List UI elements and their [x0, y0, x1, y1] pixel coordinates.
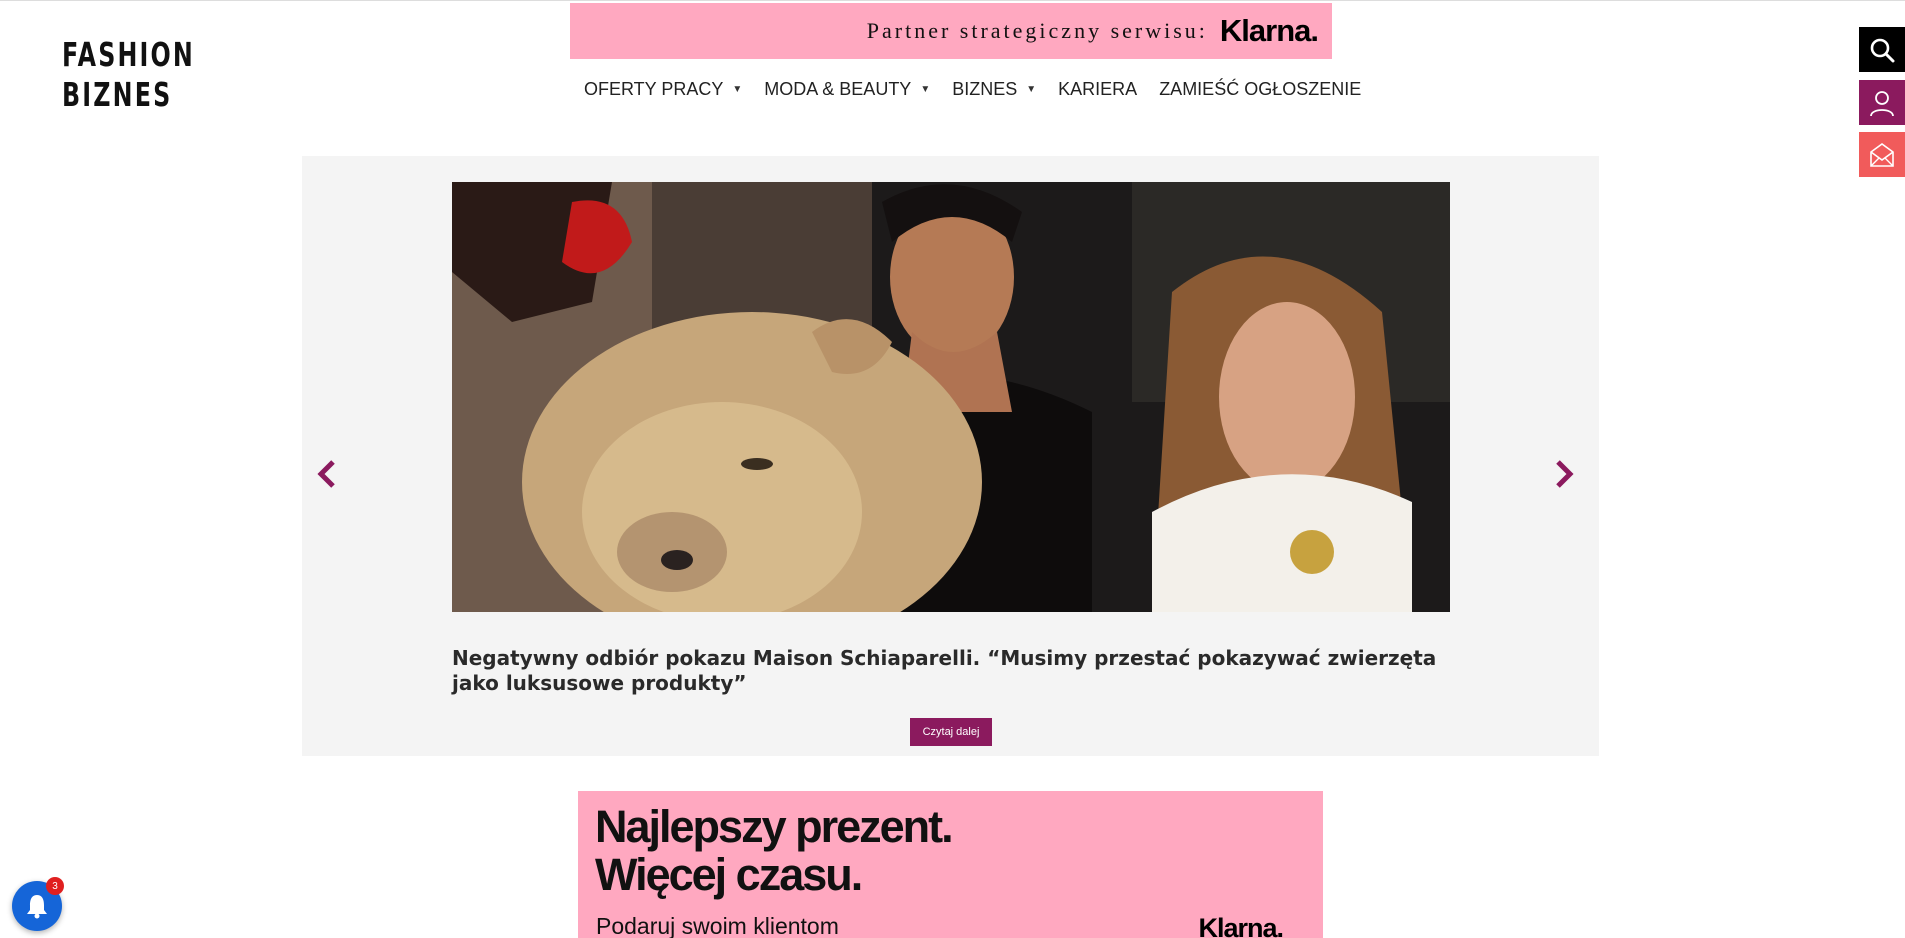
- logo-line-1: FASHION: [62, 35, 195, 74]
- nav-label: BIZNES: [952, 79, 1018, 99]
- ad-headline-line-2: Więcej czasu.: [595, 849, 863, 900]
- nav-label: ZAMIEŚĆ OGŁOSZENIE: [1159, 79, 1362, 99]
- caret-down-icon: ▼: [732, 84, 743, 95]
- partner-text: Partner strategiczny serwisu:: [866, 18, 1208, 43]
- nav-item-moda-beauty[interactable]: MODA & BEAUTY ▼: [764, 79, 930, 100]
- read-more-button[interactable]: Czytaj dalej: [910, 718, 992, 746]
- search-button[interactable]: [1859, 27, 1905, 72]
- logo-line-2: BIZNES: [62, 75, 173, 114]
- caret-down-icon: ▼: [1026, 84, 1037, 95]
- ad-subtext: Podaruj swoim klientom: [596, 913, 839, 938]
- nav-label: OFERTY PRACY: [584, 79, 724, 99]
- slide-image[interactable]: [452, 182, 1450, 612]
- site-logo[interactable]: FASHION BIZNES: [62, 35, 195, 115]
- search-icon: [1870, 38, 1895, 62]
- chevron-left-icon: [317, 460, 335, 488]
- klarna-ad-banner[interactable]: Najlepszy prezent. Więcej czasu. Podaruj…: [578, 791, 1323, 938]
- slider-next-button[interactable]: [1549, 454, 1579, 494]
- mail-icon: [1870, 142, 1894, 167]
- featured-slider: Negatywny odbiór pokazu Maison Schiapare…: [302, 156, 1599, 756]
- ad-headline: Najlepszy prezent. Więcej czasu.: [595, 801, 954, 900]
- ad-headline-line-1: Najlepszy prezent.: [595, 801, 954, 852]
- klarna-logo: Klarna.: [1219, 13, 1319, 48]
- chevron-right-icon: [1556, 460, 1574, 488]
- nav-item-zamiesc-ogloszenie[interactable]: ZAMIEŚĆ OGŁOSZENIE: [1159, 79, 1361, 100]
- slide-photo: [452, 182, 1450, 612]
- newsletter-button[interactable]: [1859, 132, 1905, 177]
- ad-klarna-logo: Klarna.: [1198, 913, 1284, 938]
- account-button[interactable]: [1859, 80, 1905, 125]
- slide-title[interactable]: Negatywny odbiór pokazu Maison Schiapare…: [452, 646, 1452, 696]
- main-nav: OFERTY PRACY ▼ MODA & BEAUTY ▼ BIZNES ▼ …: [584, 79, 1383, 100]
- slider-prev-button[interactable]: [312, 454, 342, 494]
- nav-item-biznes[interactable]: BIZNES ▼: [952, 79, 1036, 100]
- caret-down-icon: ▼: [920, 84, 931, 95]
- nav-item-kariera[interactable]: KARIERA: [1058, 79, 1137, 100]
- nav-item-oferty-pracy[interactable]: OFERTY PRACY ▼: [584, 79, 742, 100]
- nav-label: MODA & BEAUTY: [764, 79, 912, 99]
- user-icon: [1870, 90, 1894, 116]
- notification-count-badge: 3: [46, 877, 64, 895]
- bell-icon: [27, 895, 47, 919]
- partner-banner[interactable]: Partner strategiczny serwisu: Klarna.: [570, 3, 1332, 59]
- nav-label: KARIERA: [1058, 79, 1138, 99]
